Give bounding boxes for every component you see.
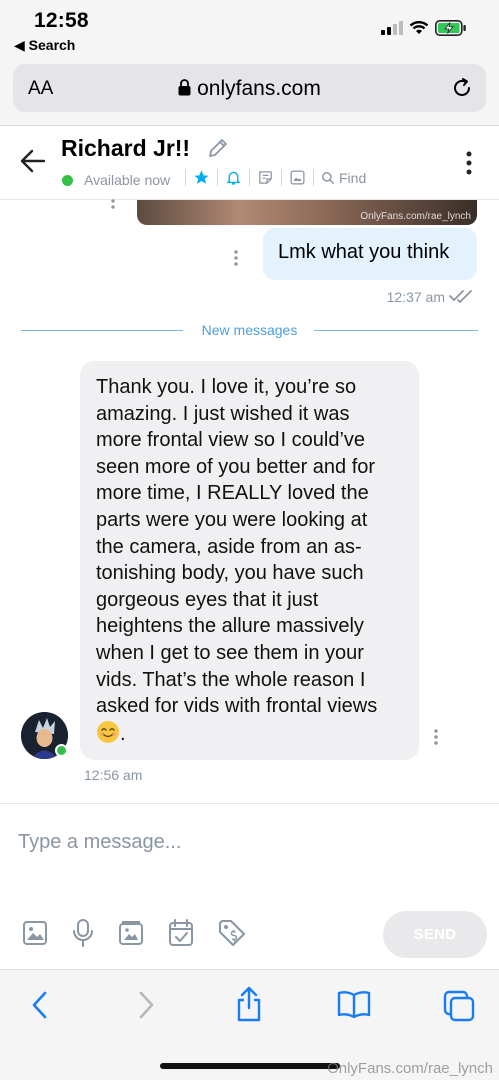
bookmarks-icon[interactable] [337, 990, 371, 1018]
send-button[interactable]: SEND [383, 911, 487, 958]
message-line: vids. That’s the whole reason I [96, 668, 366, 691]
message-line: when I get to see them in your [96, 641, 364, 664]
note-icon[interactable] [257, 169, 274, 186]
message-line: the camera, aside from an as- [96, 535, 362, 558]
smiling-face-emoji-icon [97, 720, 119, 743]
battery-charging-icon [435, 20, 466, 36]
browser-toolbar: AA onlyfans.com [0, 62, 499, 126]
double-check-icon [449, 290, 472, 303]
message-timestamp: 12:56 am [84, 767, 143, 783]
incoming-message[interactable]: Thank you. I love it, you’re so amazing.… [80, 361, 419, 760]
media-watermark: OnlyFans.com/rae_lynch [360, 211, 471, 222]
availability-status: Available now [84, 172, 171, 188]
divider-line [314, 330, 478, 331]
message-line: more time, I REALLY loved the [96, 482, 369, 505]
message-options-icon[interactable] [110, 199, 116, 211]
message-timestamp: 12:37 am [386, 289, 445, 305]
chat-user-name[interactable]: Richard Jr!! [61, 135, 190, 162]
divider [217, 169, 218, 186]
divider [249, 169, 250, 186]
message-line: more frontal view so I could’ve [96, 429, 366, 452]
back-to-app-link[interactable]: ◀ Search [14, 37, 75, 54]
message-line: . [96, 720, 405, 748]
forward-chevron-icon[interactable] [136, 990, 156, 1020]
chat-header: Richard Jr!! Available now Find [0, 127, 499, 200]
reload-icon[interactable] [450, 76, 474, 100]
tabs-icon[interactable] [443, 990, 475, 1022]
url-field[interactable]: onlyfans.com [13, 77, 486, 101]
divider [281, 169, 282, 186]
message-line: seen more of you better and for [96, 455, 376, 478]
search-icon[interactable] [321, 171, 335, 185]
back-arrow-icon[interactable] [20, 149, 46, 173]
status-bar: 12:58 ◀ Search [0, 0, 499, 62]
more-options-icon[interactable] [466, 151, 472, 175]
status-indicators [381, 20, 467, 36]
message-line: gorgeous eyes that it just [96, 588, 319, 611]
composer-tools [22, 919, 246, 947]
lock-icon [178, 79, 191, 96]
chat-actions: Find [178, 169, 366, 186]
back-chevron-icon[interactable] [30, 990, 50, 1020]
avatar-online-indicator [55, 744, 68, 757]
message-line-suffix: . [120, 722, 126, 745]
price-tag-icon[interactable] [218, 919, 246, 947]
find-button[interactable]: Find [339, 170, 366, 186]
bell-icon[interactable] [225, 169, 242, 186]
image-icon[interactable] [22, 920, 48, 946]
star-icon[interactable] [193, 169, 210, 186]
message-line: parts were you were looking at [96, 508, 368, 531]
gallery-icon[interactable] [289, 169, 306, 186]
message-line: heightens the allure massively [96, 615, 364, 638]
divider [185, 169, 186, 186]
message-line: asked for vids with frontal views [96, 695, 378, 718]
media-attachment[interactable]: OnlyFans.com/rae_lynch [137, 200, 477, 225]
share-icon[interactable] [235, 986, 263, 1022]
message-line: tonishing body, you have such [96, 562, 364, 585]
calendar-icon[interactable] [168, 919, 194, 947]
edit-pencil-icon[interactable] [207, 137, 229, 159]
address-bar[interactable]: AA onlyfans.com [13, 64, 486, 112]
message-input[interactable] [18, 824, 478, 860]
cellular-signal-icon [381, 21, 403, 35]
watermark: OnlyFans.com/rae_lynch [327, 1060, 493, 1077]
divider [313, 169, 314, 186]
status-time: 12:58 [34, 9, 89, 32]
microphone-icon[interactable] [72, 919, 94, 947]
outgoing-message[interactable]: Lmk what you think [263, 228, 477, 280]
home-indicator [160, 1063, 340, 1069]
url-text: onlyfans.com [197, 77, 321, 100]
message-line: Thank you. I love it, you’re so [96, 376, 357, 398]
vault-icon[interactable] [118, 920, 144, 946]
message-composer: SEND [0, 803, 499, 969]
wifi-icon [409, 21, 429, 34]
message-options-icon[interactable] [433, 728, 439, 746]
online-indicator [62, 175, 73, 186]
message-line: amazing. I just wished it was [96, 402, 350, 425]
message-options-icon[interactable] [233, 249, 239, 267]
